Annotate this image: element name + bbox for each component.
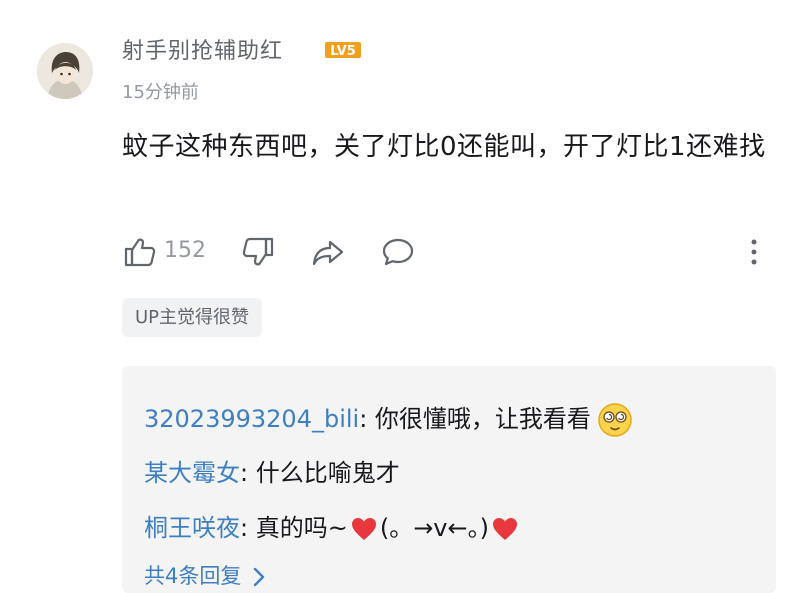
- comment-username[interactable]: 射手别抢辅助红: [122, 33, 283, 65]
- reply-text: 真的吗~: [255, 514, 348, 542]
- like-count: 152: [164, 238, 206, 263]
- reply-item[interactable]: 桐王咲夜: 真的吗~ (。→v←。): [144, 508, 521, 543]
- reply-separator: :: [359, 405, 375, 433]
- level-badge-text: LV5: [330, 44, 356, 59]
- user-avatar[interactable]: [37, 43, 93, 99]
- level-badge: LV5: [324, 41, 362, 59]
- comment-time: 15分钟前: [122, 82, 199, 103]
- reply-separator: :: [240, 514, 256, 542]
- dizzy-face-emoji: [597, 402, 633, 438]
- reply-item[interactable]: 32023993204_bili: 你很懂哦，让我看看: [144, 399, 633, 438]
- thumbs-up-icon[interactable]: [122, 234, 158, 270]
- heart-emoji: [350, 516, 378, 542]
- reply-username[interactable]: 桐王咲夜: [144, 514, 240, 542]
- reply-username[interactable]: 32023993204_bili: [144, 405, 359, 433]
- reply-username[interactable]: 某大霉女: [144, 459, 240, 487]
- comment-text: 蚊子这种东西吧，关了灯比0还能叫，开了灯比1还难找: [122, 132, 766, 162]
- share-icon[interactable]: [310, 234, 346, 270]
- reply-count-text: 共4条回复: [144, 564, 242, 588]
- comment-bubble-icon[interactable]: [380, 234, 416, 270]
- reply-kaomoji: (。→v←。): [379, 514, 489, 542]
- chevron-right-icon: [251, 566, 267, 588]
- replies-panel: 32023993204_bili: 你很懂哦，让我看看 某大霉女: 什么比喻鬼才…: [122, 366, 776, 593]
- up-liked-badge: UP主觉得很赞: [122, 298, 263, 337]
- thumbs-down-icon[interactable]: [240, 234, 276, 270]
- reply-text: 什么比喻鬼才: [255, 459, 400, 487]
- reply-separator: :: [240, 459, 256, 487]
- more-vertical-icon[interactable]: [742, 234, 766, 270]
- heart-emoji: [491, 516, 519, 542]
- view-all-replies-link[interactable]: 共4条回复: [144, 560, 267, 590]
- reply-text: 你很懂哦，让我看看: [374, 405, 591, 433]
- reply-item[interactable]: 某大霉女: 什么比喻鬼才: [144, 453, 400, 488]
- comment-action-bar: 152: [122, 232, 782, 272]
